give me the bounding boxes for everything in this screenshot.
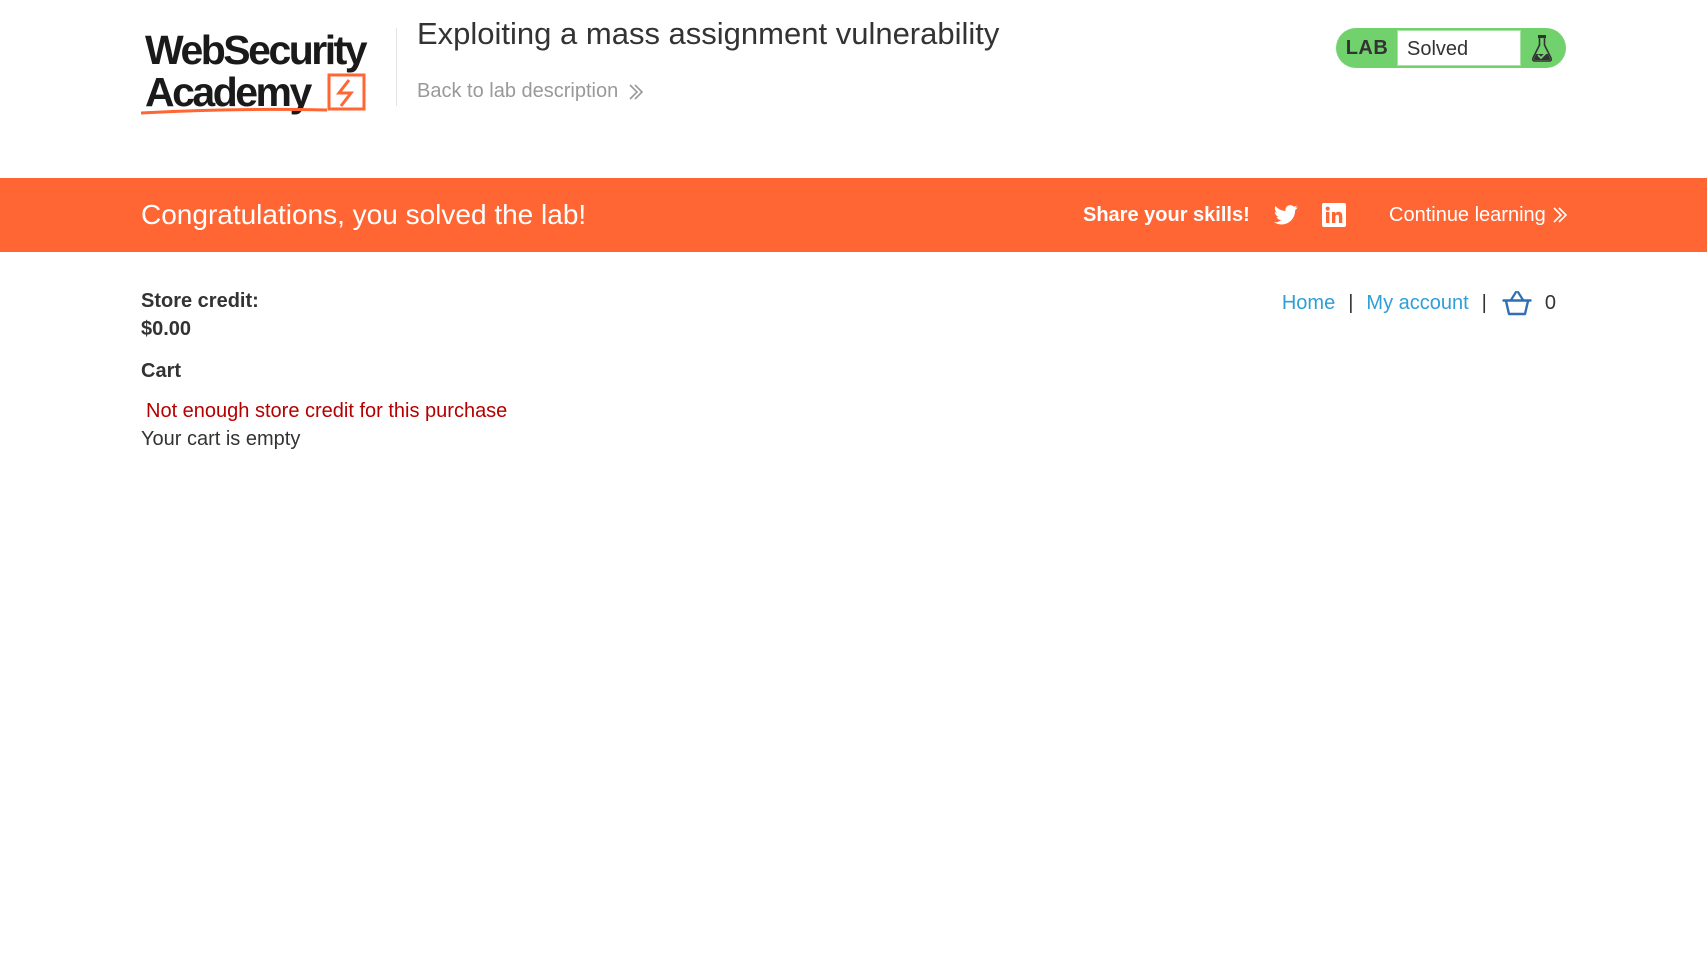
cart-heading: Cart (141, 360, 182, 382)
double-chevron-right-icon (629, 83, 644, 100)
twitter-icon[interactable] (1274, 204, 1298, 226)
linkedin-icon[interactable] (1322, 203, 1346, 227)
back-link-label: Back to lab description (417, 80, 619, 102)
top-navigation: Home | My account | 0 (1282, 290, 1556, 316)
congratulations-message: Congratulations, you solved the lab! (141, 199, 587, 230)
logo-divider (396, 28, 397, 106)
cart-empty-message: Your cart is empty (141, 428, 301, 450)
share-skills-label: Share your skills! (1083, 204, 1250, 226)
insufficient-credit-error: Not enough store credit for this purchas… (146, 400, 508, 422)
lab-status-box: Solved (1397, 30, 1521, 66)
svg-text:WebSecurity: WebSecurity (145, 27, 368, 73)
lab-label: LAB (1345, 37, 1389, 59)
lab-status-text: Solved (1407, 38, 1469, 60)
home-link[interactable]: Home (1282, 292, 1335, 315)
continue-learning-link[interactable]: Continue learning (1389, 178, 1568, 252)
web-security-academy-logo[interactable]: WebSecurity Academy (141, 24, 391, 118)
lab-title: Exploiting a mass assignment vulnerabili… (417, 16, 1000, 51)
header: WebSecurity Academy Exploiting a mass as… (0, 0, 1707, 178)
back-to-lab-description-link[interactable]: Back to lab description (417, 80, 644, 103)
store-credit-value: $0.00 (141, 318, 192, 340)
store-credit-label: Store credit: (141, 290, 259, 312)
cart-count: 0 (1544, 291, 1556, 314)
continue-learning-label: Continue learning (1389, 204, 1546, 226)
solved-banner: Congratulations, you solved the lab! Sha… (0, 178, 1707, 252)
nav-separator: | (1348, 291, 1354, 314)
my-account-link[interactable]: My account (1366, 292, 1468, 315)
double-chevron-right-icon (1553, 207, 1567, 223)
nav-separator: | (1481, 291, 1487, 314)
lab-status-widget: LAB Solved (1336, 28, 1566, 68)
basket-icon[interactable] (1502, 290, 1532, 316)
flask-icon (1531, 35, 1553, 62)
